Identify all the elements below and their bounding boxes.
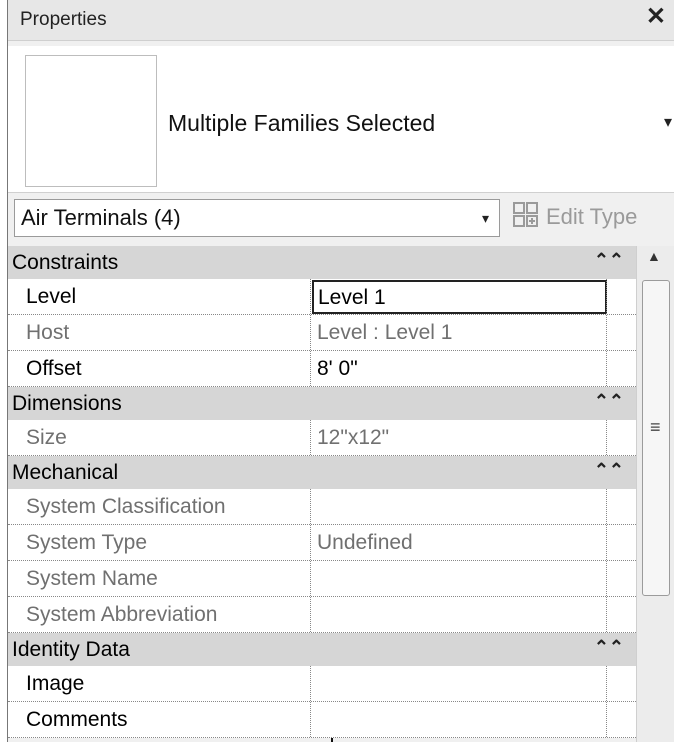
property-name: Size bbox=[8, 420, 311, 455]
row-tail bbox=[606, 489, 637, 524]
section-title: Dimensions bbox=[12, 392, 122, 415]
property-name: Image bbox=[8, 666, 311, 701]
panel-title: Properties bbox=[20, 9, 107, 30]
collapse-icon[interactable]: ⌃⌃ bbox=[594, 637, 624, 658]
type-selector-label: Multiple Families Selected bbox=[168, 110, 436, 136]
section-title: Mechanical bbox=[12, 461, 119, 484]
grip-icon: ≡ bbox=[650, 417, 661, 437]
bottom-divider-tick bbox=[331, 738, 333, 742]
type-selector[interactable]: Multiple Families Selected ▾ bbox=[8, 46, 674, 193]
property-value-input[interactable] bbox=[311, 666, 605, 701]
property-row-level[interactable]: Level Level 1 bbox=[8, 279, 636, 315]
chevron-down-icon[interactable]: ▾ bbox=[482, 210, 489, 227]
row-tail bbox=[606, 315, 637, 350]
property-row-system-classification[interactable]: System Classification bbox=[8, 489, 636, 525]
category-filter-value: Air Terminals (4) bbox=[21, 205, 181, 230]
section-header-constraints[interactable]: Constraints ⌃⌃ bbox=[8, 246, 636, 279]
property-name: Offset bbox=[8, 351, 311, 386]
vertical-scrollbar[interactable]: ▲ ≡ bbox=[636, 246, 674, 742]
property-value bbox=[311, 489, 605, 524]
property-value: Level : Level 1 bbox=[317, 321, 453, 344]
section-title: Identity Data bbox=[12, 638, 130, 661]
scrollbar-thumb[interactable]: ≡ bbox=[642, 280, 670, 596]
property-row-size[interactable]: Size 12"x12" bbox=[8, 420, 636, 456]
edit-type-label: Edit Type bbox=[546, 204, 638, 229]
section-header-dimensions[interactable]: Dimensions ⌃⌃ bbox=[8, 387, 636, 420]
properties-panel: Properties ✕ Multiple Families Selected … bbox=[8, 0, 674, 742]
row-tail bbox=[606, 702, 637, 737]
property-value-input[interactable] bbox=[311, 702, 605, 737]
row-tail bbox=[606, 420, 637, 455]
property-value-input[interactable]: Level 1 bbox=[312, 280, 607, 314]
property-row-comments[interactable]: Comments bbox=[8, 702, 636, 738]
property-name: Host bbox=[8, 315, 311, 350]
row-tail bbox=[606, 597, 637, 632]
type-preview-image bbox=[25, 55, 157, 187]
property-name: Comments bbox=[8, 702, 311, 737]
property-value: Undefined bbox=[317, 531, 413, 554]
property-value: 12"x12" bbox=[317, 426, 390, 449]
edit-type-icon bbox=[513, 202, 538, 227]
property-value bbox=[311, 597, 605, 632]
property-name: System Abbreviation bbox=[8, 597, 311, 632]
category-filter-select[interactable]: Air Terminals (4) ▾ bbox=[14, 199, 500, 237]
property-row-system-type[interactable]: System Type Undefined bbox=[8, 525, 636, 561]
property-row-system-name[interactable]: System Name bbox=[8, 561, 636, 597]
scroll-up-icon[interactable]: ▲ bbox=[647, 248, 661, 264]
properties-grid: Constraints ⌃⌃ Level Level 1 Host Level … bbox=[8, 246, 636, 738]
property-row-host[interactable]: Host Level : Level 1 bbox=[8, 315, 636, 351]
row-tail bbox=[606, 525, 637, 560]
section-title: Constraints bbox=[12, 251, 119, 274]
property-name: Level bbox=[8, 279, 311, 314]
section-header-mechanical[interactable]: Mechanical ⌃⌃ bbox=[8, 456, 636, 489]
property-row-system-abbreviation[interactable]: System Abbreviation bbox=[8, 597, 636, 633]
section-header-identity-data[interactable]: Identity Data ⌃⌃ bbox=[8, 633, 636, 666]
close-icon[interactable]: ✕ bbox=[646, 5, 666, 29]
collapse-icon[interactable]: ⌃⌃ bbox=[594, 460, 624, 481]
property-row-offset[interactable]: Offset 8' 0" bbox=[8, 351, 636, 387]
filter-bar: Air Terminals (4) ▾ Edit Type bbox=[8, 197, 674, 241]
row-tail bbox=[606, 561, 637, 596]
row-tail bbox=[606, 351, 637, 386]
property-value-input[interactable]: 8' 0" bbox=[311, 351, 605, 386]
property-name: System Name bbox=[8, 561, 311, 596]
property-row-image[interactable]: Image bbox=[8, 666, 636, 702]
property-value bbox=[311, 561, 605, 596]
panel-title-bar[interactable]: Properties ✕ bbox=[8, 0, 674, 41]
property-name: System Type bbox=[8, 525, 311, 560]
row-tail bbox=[606, 666, 637, 701]
type-selector-dropdown-icon[interactable]: ▾ bbox=[664, 112, 672, 132]
collapse-icon[interactable]: ⌃⌃ bbox=[594, 250, 624, 271]
property-name: System Classification bbox=[8, 489, 311, 524]
collapse-icon[interactable]: ⌃⌃ bbox=[594, 391, 624, 412]
row-tail bbox=[606, 279, 637, 314]
